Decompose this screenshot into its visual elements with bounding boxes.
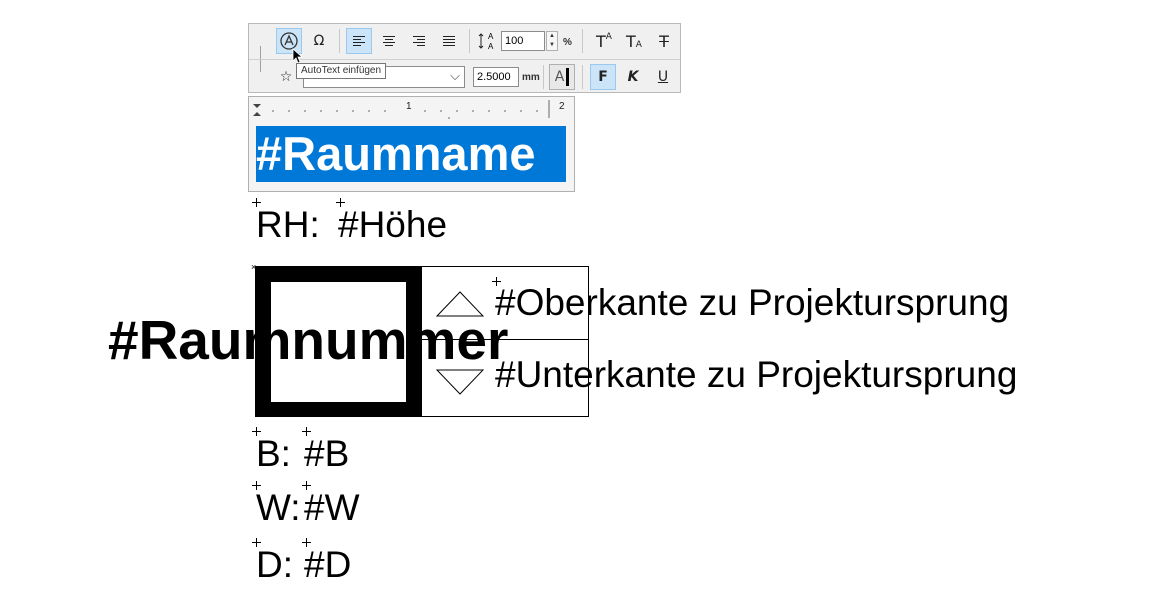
chevron-down-icon: ⌵ [450, 68, 460, 83]
line-spacing-spinner[interactable]: ▲ ▼ [546, 31, 558, 51]
line-spacing-unit: % [563, 37, 572, 48]
separator [339, 29, 340, 53]
height-label[interactable]: RH: [256, 206, 320, 243]
bottom-edge-label[interactable]: #Unterkante zu Projektursprung [495, 356, 1017, 393]
ruler-label: 2 [559, 101, 565, 112]
text-editor-panel[interactable]: 1 2 #Raumname [248, 96, 575, 192]
superscript-icon[interactable]: TA [591, 28, 617, 54]
ruler-label: 1 [406, 101, 412, 112]
b-label[interactable]: B: [256, 435, 291, 472]
separator [582, 29, 583, 53]
triangle-down-icon [436, 369, 484, 395]
justify-icon[interactable] [436, 28, 462, 54]
height-value[interactable]: #Höhe [338, 206, 447, 243]
d-value[interactable]: #D [304, 546, 351, 583]
underline-button[interactable]: U [650, 64, 676, 90]
small-x-icon: × [251, 262, 257, 272]
separator [543, 65, 544, 89]
bold-button[interactable]: F [590, 64, 616, 90]
subscript-icon[interactable]: TA [621, 28, 647, 54]
line-spacing-input[interactable]: 100 [501, 31, 545, 51]
line-spacing-icon: AA [475, 28, 501, 54]
font-size-unit: mm [522, 72, 540, 83]
svg-text:A: A [488, 42, 494, 51]
top-edge-label[interactable]: #Oberkante zu Projektursprung [495, 284, 1009, 321]
align-right-icon[interactable] [406, 28, 432, 54]
text-format-toolbar: Ω AA 100 ▲ ▼ % TA TA T ☆ ⌵ 2.5000 mm A F… [248, 23, 681, 93]
ruler[interactable]: 1 2 [249, 97, 574, 119]
w-label[interactable]: W: [256, 489, 301, 526]
selected-text[interactable]: #Raumname [256, 126, 566, 182]
separator [582, 65, 583, 89]
italic-button[interactable]: K [620, 64, 646, 90]
text-color-button[interactable]: A [549, 64, 575, 90]
tooltip: AutoText einfügen [296, 63, 387, 79]
special-character-icon[interactable]: Ω [306, 28, 332, 54]
b-value[interactable]: #B [304, 435, 349, 472]
room-number[interactable]: #Raumnummer [108, 313, 508, 368]
strikethrough-icon[interactable]: T [651, 28, 677, 54]
w-value[interactable]: #W [304, 489, 360, 526]
svg-text:A: A [488, 32, 494, 41]
separator [469, 29, 470, 53]
color-swatch [566, 68, 570, 86]
align-center-icon[interactable] [376, 28, 402, 54]
d-label[interactable]: D: [256, 546, 293, 583]
toolbar-row-1: Ω AA 100 ▲ ▼ % TA TA T [249, 24, 680, 72]
font-size-input[interactable]: 2.5000 [473, 67, 519, 87]
color-swatch-label: A [554, 69, 565, 85]
align-left-icon[interactable] [346, 28, 372, 54]
